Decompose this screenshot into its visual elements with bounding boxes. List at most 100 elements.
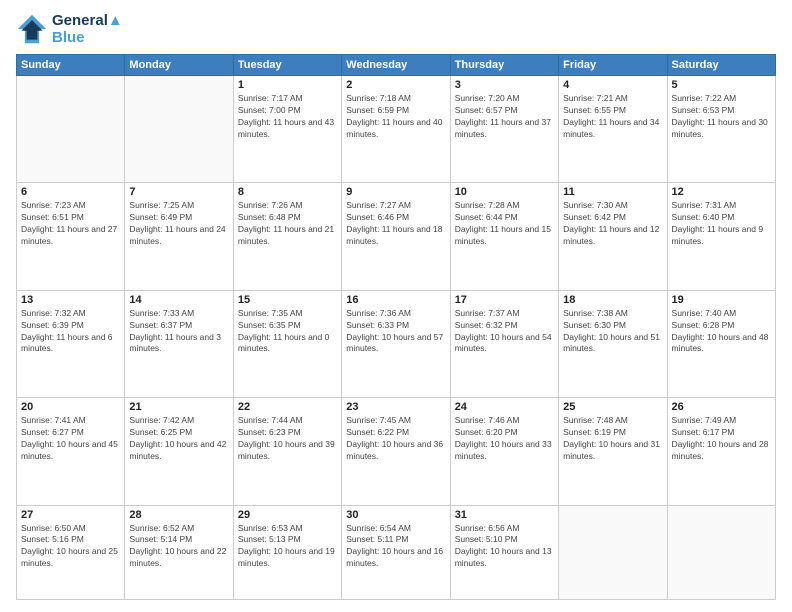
day-number: 13 — [21, 294, 120, 306]
calendar-week-row: 1 Sunrise: 7:17 AMSunset: 7:00 PMDaylight… — [17, 76, 776, 183]
day-number: 15 — [238, 294, 337, 306]
day-number: 5 — [672, 79, 771, 91]
day-detail: Sunrise: 6:54 AMSunset: 5:11 PMDaylight:… — [346, 523, 445, 571]
day-number: 21 — [129, 401, 228, 413]
calendar-day-cell: 19 Sunrise: 7:40 AMSunset: 6:28 PMDayligh… — [667, 290, 775, 397]
header: General▲ Blue — [16, 12, 776, 46]
calendar-weekday-header: Wednesday — [342, 55, 450, 76]
calendar-header-row: SundayMondayTuesdayWednesdayThursdayFrid… — [17, 55, 776, 76]
day-number: 3 — [455, 79, 554, 91]
day-detail: Sunrise: 7:21 AMSunset: 6:55 PMDaylight:… — [563, 93, 662, 141]
calendar-day-cell: 27 Sunrise: 6:50 AMSunset: 5:16 PMDayligh… — [17, 505, 125, 599]
day-number: 27 — [21, 509, 120, 521]
logo-icon — [16, 13, 48, 45]
day-number: 14 — [129, 294, 228, 306]
calendar-day-cell: 2Sunrise: 7:18 AMSunset: 6:59 PMDaylight… — [342, 76, 450, 183]
calendar-day-cell: 9Sunrise: 7:27 AMSunset: 6:46 PMDaylight… — [342, 183, 450, 290]
day-number: 2 — [346, 79, 445, 91]
day-detail: Sunrise: 7:27 AMSunset: 6:46 PMDaylight:… — [346, 200, 445, 248]
day-detail: Sunrise: 7:36 AMSunset: 6:33 PMDaylight:… — [346, 308, 445, 356]
calendar-day-cell: 21 Sunrise: 7:42 AMSunset: 6:25 PMDayligh… — [125, 398, 233, 505]
calendar-day-cell: 6 Sunrise: 7:23 AMSunset: 6:51 PMDaylight… — [17, 183, 125, 290]
logo: General▲ Blue — [16, 12, 123, 46]
calendar-day-cell: 16 Sunrise: 7:36 AMSunset: 6:33 PMDayligh… — [342, 290, 450, 397]
calendar-week-row: 6 Sunrise: 7:23 AMSunset: 6:51 PMDaylight… — [17, 183, 776, 290]
day-detail: Sunrise: 7:17 AMSunset: 7:00 PMDaylight:… — [238, 93, 337, 141]
day-number: 22 — [238, 401, 337, 413]
calendar-weekday-header: Friday — [559, 55, 667, 76]
day-detail: Sunrise: 7:23 AMSunset: 6:51 PMDaylight:… — [21, 200, 120, 248]
day-number: 20 — [21, 401, 120, 413]
day-detail: Sunrise: 6:53 AMSunset: 5:13 PMDaylight:… — [238, 523, 337, 571]
day-detail: Sunrise: 7:32 AMSunset: 6:39 PMDaylight:… — [21, 308, 120, 356]
day-detail: Sunrise: 6:50 AMSunset: 5:16 PMDaylight:… — [21, 523, 120, 571]
day-detail: Sunrise: 7:20 AMSunset: 6:57 PMDaylight:… — [455, 93, 554, 141]
day-number: 24 — [455, 401, 554, 413]
calendar-weekday-header: Saturday — [667, 55, 775, 76]
calendar-week-row: 13 Sunrise: 7:32 AMSunset: 6:39 PMDayligh… — [17, 290, 776, 397]
calendar-day-cell — [17, 76, 125, 183]
day-number: 4 — [563, 79, 662, 91]
day-number: 19 — [672, 294, 771, 306]
calendar-day-cell: 8 Sunrise: 7:26 AMSunset: 6:48 PMDaylight… — [233, 183, 341, 290]
day-number: 16 — [346, 294, 445, 306]
calendar-day-cell — [667, 505, 775, 599]
day-number: 31 — [455, 509, 554, 521]
page: General▲ Blue SundayMondayTuesdayWednesd… — [0, 0, 792, 612]
calendar-day-cell: 7 Sunrise: 7:25 AMSunset: 6:49 PMDaylight… — [125, 183, 233, 290]
calendar-day-cell: 3 Sunrise: 7:20 AMSunset: 6:57 PMDaylight… — [450, 76, 558, 183]
calendar-day-cell: 1 Sunrise: 7:17 AMSunset: 7:00 PMDaylight… — [233, 76, 341, 183]
day-detail: Sunrise: 7:30 AMSunset: 6:42 PMDaylight:… — [563, 200, 662, 248]
calendar-day-cell: 18 Sunrise: 7:38 AMSunset: 6:30 PMDayligh… — [559, 290, 667, 397]
calendar-day-cell — [125, 76, 233, 183]
calendar-day-cell: 10 Sunrise: 7:28 AMSunset: 6:44 PMDayligh… — [450, 183, 558, 290]
day-number: 11 — [563, 186, 662, 198]
day-number: 17 — [455, 294, 554, 306]
calendar-day-cell: 20 Sunrise: 7:41 AMSunset: 6:27 PMDayligh… — [17, 398, 125, 505]
day-detail: Sunrise: 7:26 AMSunset: 6:48 PMDaylight:… — [238, 200, 337, 248]
calendar-day-cell: 26Sunrise: 7:49 AMSunset: 6:17 PMDayligh… — [667, 398, 775, 505]
day-detail: Sunrise: 7:38 AMSunset: 6:30 PMDaylight:… — [563, 308, 662, 356]
calendar-day-cell: 24 Sunrise: 7:46 AMSunset: 6:20 PMDayligh… — [450, 398, 558, 505]
day-number: 23 — [346, 401, 445, 413]
day-detail: Sunrise: 7:46 AMSunset: 6:20 PMDaylight:… — [455, 415, 554, 463]
day-number: 6 — [21, 186, 120, 198]
calendar-day-cell — [559, 505, 667, 599]
calendar-day-cell: 13 Sunrise: 7:32 AMSunset: 6:39 PMDayligh… — [17, 290, 125, 397]
day-detail: Sunrise: 7:37 AMSunset: 6:32 PMDaylight:… — [455, 308, 554, 356]
day-detail: Sunrise: 7:45 AMSunset: 6:22 PMDaylight:… — [346, 415, 445, 463]
day-number: 7 — [129, 186, 228, 198]
day-number: 29 — [238, 509, 337, 521]
calendar-week-row: 27 Sunrise: 6:50 AMSunset: 5:16 PMDayligh… — [17, 505, 776, 599]
calendar-table: SundayMondayTuesdayWednesdayThursdayFrid… — [16, 54, 776, 600]
day-detail: Sunrise: 7:40 AMSunset: 6:28 PMDaylight:… — [672, 308, 771, 356]
day-detail: Sunrise: 6:56 AMSunset: 5:10 PMDaylight:… — [455, 523, 554, 571]
calendar-day-cell: 4 Sunrise: 7:21 AMSunset: 6:55 PMDaylight… — [559, 76, 667, 183]
calendar-day-cell: 17 Sunrise: 7:37 AMSunset: 6:32 PMDayligh… — [450, 290, 558, 397]
calendar-day-cell: 23 Sunrise: 7:45 AMSunset: 6:22 PMDayligh… — [342, 398, 450, 505]
day-detail: Sunrise: 7:25 AMSunset: 6:49 PMDaylight:… — [129, 200, 228, 248]
day-detail: Sunrise: 7:31 AMSunset: 6:40 PMDaylight:… — [672, 200, 771, 248]
calendar-weekday-header: Monday — [125, 55, 233, 76]
day-detail: Sunrise: 6:52 AMSunset: 5:14 PMDaylight:… — [129, 523, 228, 571]
day-detail: Sunrise: 7:35 AMSunset: 6:35 PMDaylight:… — [238, 308, 337, 356]
calendar-day-cell: 5Sunrise: 7:22 AMSunset: 6:53 PMDaylight… — [667, 76, 775, 183]
day-detail: Sunrise: 7:28 AMSunset: 6:44 PMDaylight:… — [455, 200, 554, 248]
calendar-day-cell: 12Sunrise: 7:31 AMSunset: 6:40 PMDayligh… — [667, 183, 775, 290]
day-number: 10 — [455, 186, 554, 198]
calendar-day-cell: 30 Sunrise: 6:54 AMSunset: 5:11 PMDayligh… — [342, 505, 450, 599]
calendar-day-cell: 29 Sunrise: 6:53 AMSunset: 5:13 PMDayligh… — [233, 505, 341, 599]
day-number: 18 — [563, 294, 662, 306]
day-number: 28 — [129, 509, 228, 521]
calendar-day-cell: 22Sunrise: 7:44 AMSunset: 6:23 PMDayligh… — [233, 398, 341, 505]
day-detail: Sunrise: 7:42 AMSunset: 6:25 PMDaylight:… — [129, 415, 228, 463]
day-number: 1 — [238, 79, 337, 91]
day-detail: Sunrise: 7:48 AMSunset: 6:19 PMDaylight:… — [563, 415, 662, 463]
calendar-day-cell: 14Sunrise: 7:33 AMSunset: 6:37 PMDayligh… — [125, 290, 233, 397]
day-detail: Sunrise: 7:41 AMSunset: 6:27 PMDaylight:… — [21, 415, 120, 463]
day-number: 30 — [346, 509, 445, 521]
logo-text: General▲ Blue — [52, 12, 123, 46]
calendar-day-cell: 28 Sunrise: 6:52 AMSunset: 5:14 PMDayligh… — [125, 505, 233, 599]
day-number: 8 — [238, 186, 337, 198]
day-number: 26 — [672, 401, 771, 413]
